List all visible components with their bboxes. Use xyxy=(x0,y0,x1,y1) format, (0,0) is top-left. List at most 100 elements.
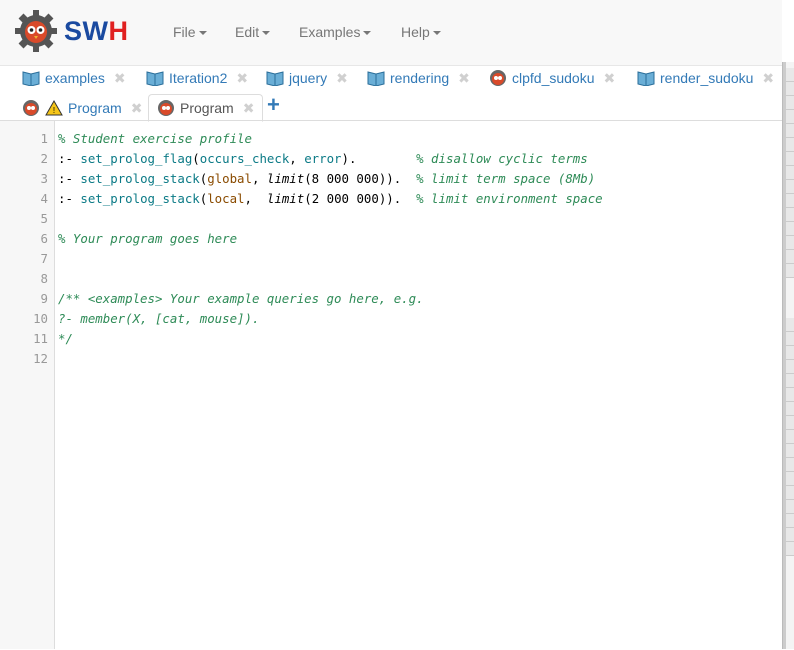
code-token: limit xyxy=(266,191,305,206)
tab-bar-row2: ! Program ✖ Program ✖ + xyxy=(0,92,782,123)
book-icon xyxy=(146,71,164,86)
code-token: % Student exercise profile xyxy=(58,131,252,146)
swish-logo-icon[interactable] xyxy=(14,9,58,53)
right-pane-item xyxy=(786,236,794,250)
book-icon xyxy=(22,71,40,86)
right-pane-item xyxy=(786,472,794,486)
tab-program-warning[interactable]: ! Program ✖ xyxy=(22,96,142,120)
code-token: :- xyxy=(58,171,81,186)
code-text: % Student exercise profile xyxy=(58,129,252,149)
tab-rendering[interactable]: rendering ✖ xyxy=(367,66,470,90)
close-icon[interactable]: ✖ xyxy=(458,70,470,87)
close-icon[interactable]: ✖ xyxy=(114,70,126,87)
close-icon[interactable]: ✖ xyxy=(604,70,616,87)
right-pane-item xyxy=(786,166,794,180)
code-token: % Your program goes here xyxy=(58,231,238,246)
caret-down-icon xyxy=(363,31,372,36)
right-pane-item xyxy=(786,430,794,444)
right-pane-item xyxy=(786,360,794,374)
menu-help[interactable]: Help xyxy=(401,24,441,40)
code-line[interactable]: 1 % Student exercise profile xyxy=(0,129,782,149)
navbar: SWH File Edit Examples Help xyxy=(0,0,782,66)
code-line[interactable]: 11 */ xyxy=(0,329,782,349)
code-token: set_prolog_flag xyxy=(80,151,193,166)
right-pane-item xyxy=(786,318,794,332)
tab-render-sudoku[interactable]: render_sudoku ✖ xyxy=(637,66,774,90)
code-line[interactable]: 3:- set_prolog_stack(global, limit(8 000… xyxy=(0,169,782,189)
line-number: 8 xyxy=(40,271,48,286)
code-token: ( xyxy=(192,151,200,166)
menu-help-label: Help xyxy=(401,24,430,40)
menu-edit[interactable]: Edit xyxy=(235,24,271,40)
right-pane-item xyxy=(786,402,794,416)
line-number: 5 xyxy=(40,211,48,226)
code-token: , xyxy=(251,171,267,186)
tab-examples[interactable]: examples ✖ xyxy=(22,66,126,90)
right-pane-item xyxy=(786,138,794,152)
code-token: :- xyxy=(58,191,81,206)
code-text: :- set_prolog_stack(global, limit(8 000 … xyxy=(58,169,595,189)
code-line[interactable]: 8 xyxy=(0,269,782,289)
code-line[interactable]: 5 xyxy=(0,209,782,229)
code-token: global xyxy=(207,171,252,186)
right-pane-item xyxy=(786,542,794,556)
code-token: occurs_check xyxy=(199,151,290,166)
menu-file[interactable]: File xyxy=(173,24,207,40)
tab-clpfd-sudoku[interactable]: clpfd_sudoku ✖ xyxy=(489,66,615,90)
code-line[interactable]: 4:- set_prolog_stack(local, limit(2 000 … xyxy=(0,189,782,209)
right-pane-item xyxy=(786,250,794,264)
brand-title[interactable]: SWH xyxy=(64,16,129,47)
tab-label: jquery xyxy=(289,70,328,86)
tab-jquery[interactable]: jquery ✖ xyxy=(266,66,348,90)
code-token: set_prolog_stack xyxy=(80,191,200,206)
menu-examples[interactable]: Examples xyxy=(299,24,372,40)
tab-iteration2[interactable]: Iteration2 ✖ xyxy=(146,66,248,90)
right-pane-item xyxy=(786,528,794,542)
code-line[interactable]: 6 % Your program goes here xyxy=(0,229,782,249)
right-pane-item xyxy=(786,486,794,500)
line-number: 6 xyxy=(40,231,48,246)
brand-suffix: H xyxy=(108,16,129,46)
line-number: 1 xyxy=(40,131,48,146)
code-token: ). xyxy=(341,151,417,166)
warning-icon: ! xyxy=(45,100,63,116)
tab-label: rendering xyxy=(390,70,450,86)
code-line[interactable]: 7 xyxy=(0,249,782,269)
add-tab-plus-icon[interactable]: + xyxy=(267,92,280,118)
right-pane-item xyxy=(786,374,794,388)
right-pane-item xyxy=(786,68,794,82)
code-line[interactable]: 10 ?- member(X, [cat, mouse]). xyxy=(0,309,782,329)
close-icon[interactable]: ✖ xyxy=(243,100,255,117)
right-pane-item xyxy=(786,222,794,236)
code-text: :- set_prolog_flag(occurs_check, error).… xyxy=(58,149,588,169)
code-token: ?- member(X, [cat, mouse]). xyxy=(58,311,260,326)
code-line[interactable]: 9 /** <examples> Your example queries go … xyxy=(0,289,782,309)
right-pane-item xyxy=(786,180,794,194)
line-number: 12 xyxy=(33,351,48,366)
right-pane-item xyxy=(786,82,794,96)
close-icon[interactable]: ✖ xyxy=(236,70,248,87)
code-text: % Your program goes here xyxy=(58,229,237,249)
code-token: /** <examples> Your example queries go h… xyxy=(58,291,424,306)
code-token: , xyxy=(244,191,267,206)
owl-icon xyxy=(158,100,174,116)
right-pane-item xyxy=(786,152,794,166)
line-number: 2 xyxy=(40,151,48,166)
tab-program-active[interactable]: Program ✖ xyxy=(148,94,264,122)
right-pane-item xyxy=(786,458,794,472)
code-line[interactable]: 2 :- set_prolog_flag(occurs_check, error)… xyxy=(0,149,782,169)
line-number: 11 xyxy=(33,331,48,346)
menu-examples-label: Examples xyxy=(299,24,361,40)
line-number: 7 xyxy=(40,251,48,266)
right-pane-item xyxy=(786,416,794,430)
line-number: 4 xyxy=(40,191,48,206)
caret-down-icon xyxy=(198,31,207,36)
close-icon[interactable]: ✖ xyxy=(131,100,143,117)
right-pane-item xyxy=(786,264,794,278)
tab-label: examples xyxy=(45,70,105,86)
code-text: ?- member(X, [cat, mouse]). xyxy=(58,309,259,329)
code-line[interactable]: 12 xyxy=(0,349,782,369)
close-icon[interactable]: ✖ xyxy=(336,70,348,87)
tab-label: Iteration2 xyxy=(169,70,228,86)
close-icon[interactable]: ✖ xyxy=(762,70,774,87)
